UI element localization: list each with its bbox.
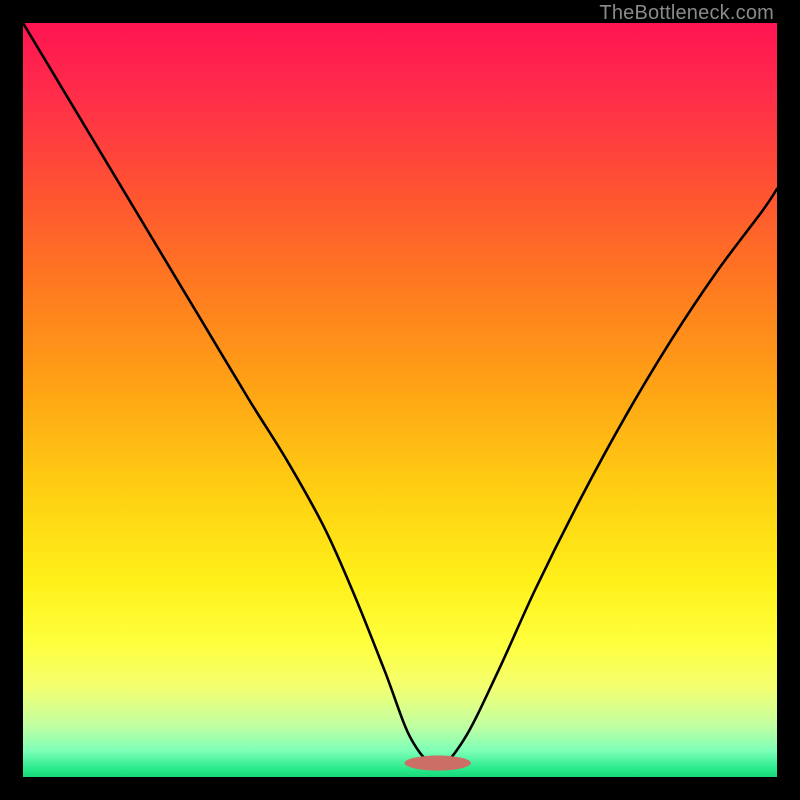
gradient-background (23, 23, 777, 777)
optimal-marker (405, 756, 471, 771)
watermark-text: TheBottleneck.com (599, 2, 774, 25)
bottleneck-chart (23, 23, 777, 777)
chart-frame (23, 23, 777, 777)
